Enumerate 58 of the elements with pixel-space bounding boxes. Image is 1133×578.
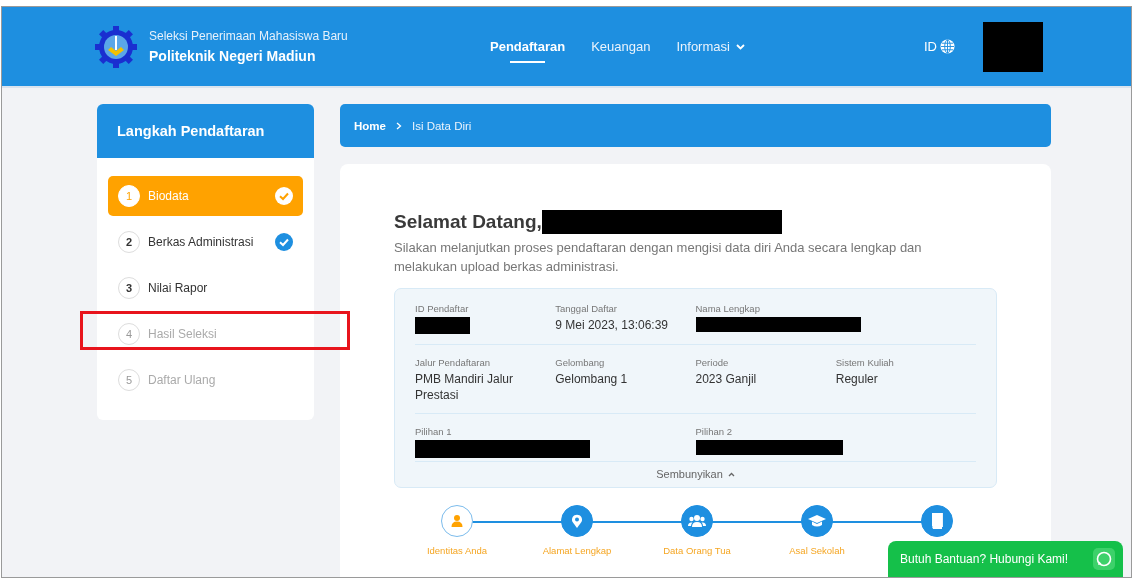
step-label: Identitas Anda	[426, 545, 488, 556]
breadcrumb-current: Isi Data Diri	[411, 119, 472, 132]
field-label: Pilihan 2	[695, 426, 733, 437]
map-pin-icon	[571, 513, 583, 529]
step-circle[interactable]	[441, 505, 473, 537]
step-number: 3	[118, 277, 140, 299]
nav-link[interactable]: Informasi	[676, 33, 745, 60]
step-circle[interactable]	[921, 505, 953, 537]
field-value: Gelombang 1	[555, 371, 629, 387]
field-label: Pilihan 1	[415, 426, 453, 437]
field-value: Reguler	[835, 371, 879, 387]
field-label: Gelombang	[555, 357, 606, 368]
people-icon	[688, 514, 706, 528]
sidebar-title: Langkah Pendaftaran	[117, 123, 265, 139]
field-label: Sistem Kuliah	[835, 357, 895, 368]
field-value: PMB Mandiri Jalur Prestasi	[415, 371, 515, 403]
step-item[interactable]: 2 Berkas Administrasi	[108, 222, 303, 262]
step-item[interactable]: 3 Nilai Rapor	[108, 268, 303, 308]
step-label: Alamat Lengkap	[542, 545, 612, 556]
site-subtitle: Seleksi Penerimaan Mahasiswa Baru	[149, 29, 348, 43]
field-label: Jalur Pendaftaran	[415, 357, 491, 368]
help-chat-button[interactable]: Butuh Bantuan? Hubungi Kami!	[888, 541, 1123, 577]
step-label: Berkas Administrasi	[148, 235, 255, 249]
globe-icon	[940, 39, 955, 54]
gear-logo-icon	[95, 25, 137, 68]
step-label: Nilai Rapor	[148, 281, 209, 295]
step-circle[interactable]	[801, 505, 833, 537]
field-label: Periode	[695, 357, 730, 368]
step-label: Asal Sekolah	[789, 545, 845, 556]
language-button[interactable]: ID	[924, 39, 955, 54]
step-circle[interactable]	[681, 505, 713, 537]
nav-link[interactable]: Pendaftaran	[490, 33, 566, 60]
step-circle[interactable]	[561, 505, 593, 537]
chevron-right-icon	[395, 121, 402, 130]
collapse-button[interactable]: Sembunyikan	[415, 462, 976, 487]
step-number: 5	[118, 369, 140, 391]
step-label: Biodata	[148, 189, 190, 203]
graduation-cap-icon	[808, 514, 826, 528]
welcome-heading: Selamat Datang,	[394, 211, 542, 233]
step-item[interactable]: 1 Biodata	[108, 176, 303, 216]
site-title: Politeknik Negeri Madiun	[149, 48, 317, 64]
person-icon	[450, 514, 464, 528]
step-label: Hasil Seleksi	[148, 327, 218, 341]
nav-link[interactable]: Keuangan	[591, 33, 651, 60]
chat-bubble-icon	[1093, 548, 1115, 570]
field-label: ID Pendaftar	[415, 303, 470, 314]
field-label: Tanggal Daftar	[555, 303, 619, 314]
field-value: 2023 Ganjil	[695, 371, 758, 387]
welcome-text: Silakan melanjutkan proses pendaftaran dengan mengisi data diri Anda secara lengkap dan melakukan upload berkas administrasi.	[394, 239, 923, 276]
step-label: Data Orang Tua	[663, 545, 731, 556]
field-label: Nama Lengkap	[695, 303, 761, 314]
breadcrumb-link[interactable]: Home	[354, 119, 386, 132]
field-value: 9 Mei 2023, 13:06:39	[555, 317, 669, 333]
step-label: Daftar Ulang	[148, 373, 217, 387]
step-number: 1	[118, 185, 140, 207]
step-number: 2	[118, 231, 140, 253]
step-number: 4	[118, 323, 140, 345]
chevron-up-icon	[727, 471, 735, 477]
